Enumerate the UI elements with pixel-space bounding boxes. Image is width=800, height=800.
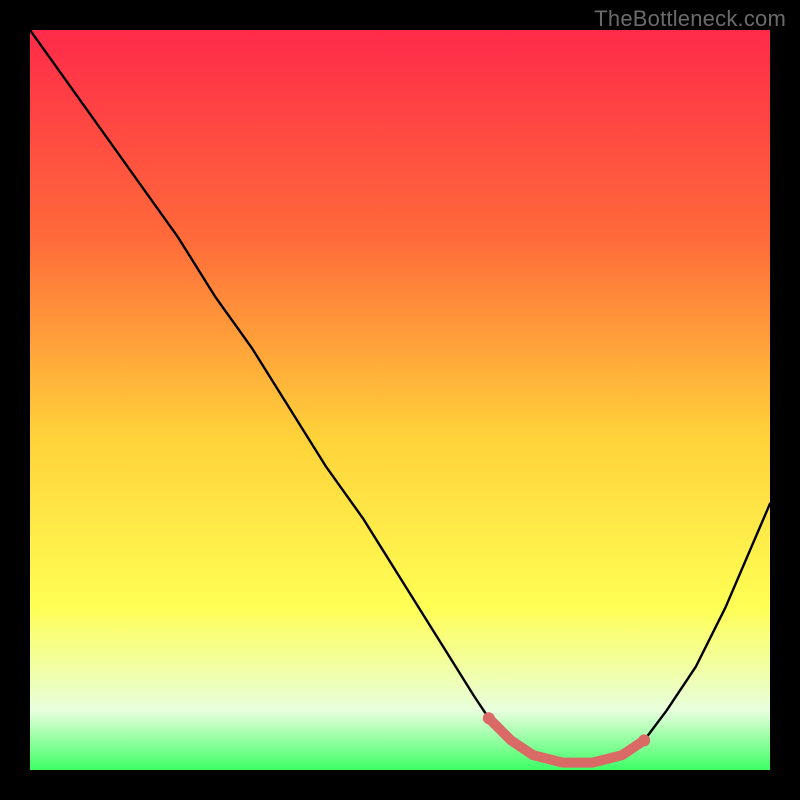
sweet-spot-start-dot: [483, 712, 495, 724]
watermark-label: TheBottleneck.com: [594, 6, 786, 32]
gradient-background: [30, 30, 770, 770]
chart-frame: [30, 30, 770, 770]
sweet-spot-end-dot: [638, 734, 650, 746]
bottleneck-chart: [30, 30, 770, 770]
